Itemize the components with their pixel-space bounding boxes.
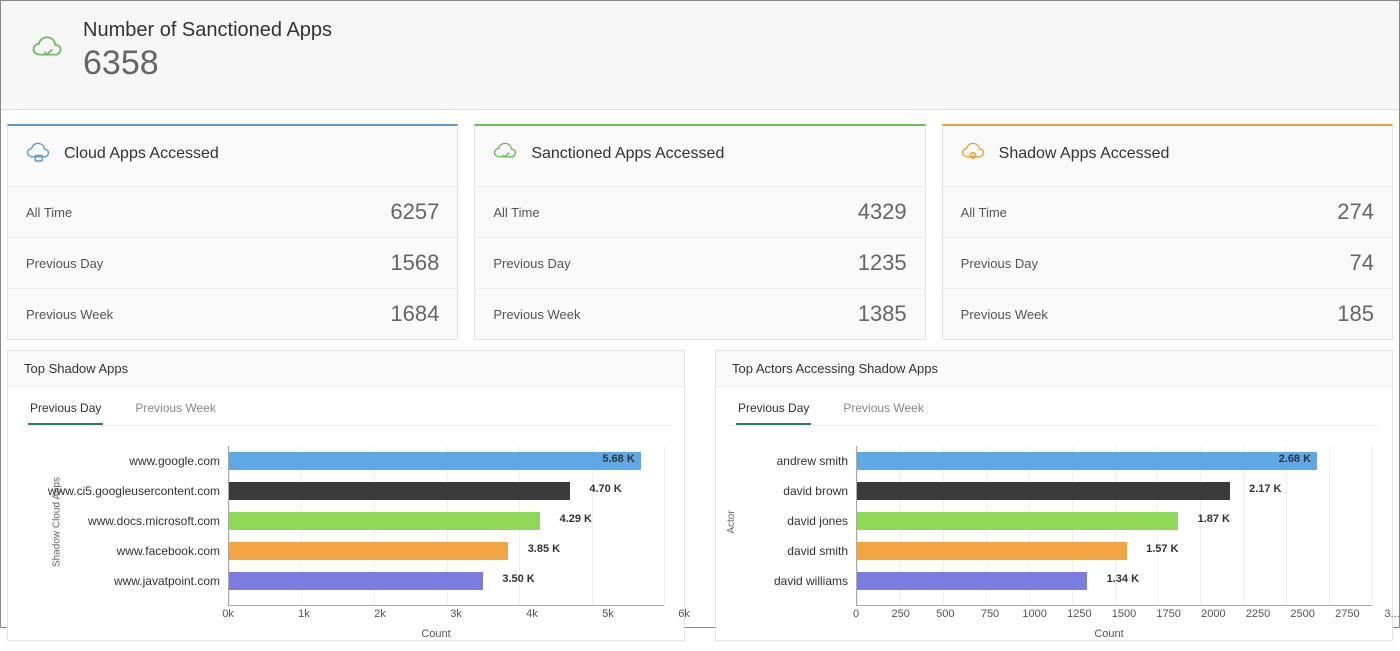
bar-category-label: www.facebook.com (117, 542, 220, 560)
bar[interactable]: 3.50 K (229, 572, 483, 590)
bar[interactable]: 3.85 K (229, 542, 508, 560)
card-sanctioned-label: Sanctioned Apps Accessed (531, 145, 724, 163)
cloud-shield-icon (29, 33, 65, 69)
bar-category-label: www.ci5.googleusercontent.com (48, 482, 220, 500)
bar-value-label: 1.34 K (1107, 573, 1139, 585)
x-tick: 1k (298, 608, 310, 620)
card-shadow-label: Shadow Apps Accessed (999, 145, 1170, 163)
bar-value-label: 3.50 K (502, 573, 534, 585)
tab-previous-day[interactable]: Previous Day (28, 395, 103, 425)
cloud-shield-icon (491, 140, 519, 168)
x-tick: 2500 (1290, 608, 1314, 620)
card-shadow-apps: Shadow Apps Accessed All Time274 Previou… (942, 124, 1393, 340)
x-tick: 6k (678, 608, 690, 620)
chart-top-actors: Top Actors Accessing Shadow Apps Previou… (715, 350, 1393, 641)
bar[interactable]: 1.34 K (857, 572, 1087, 590)
x-tick: 2000 (1201, 608, 1225, 620)
x-axis-label: Count (188, 628, 684, 640)
x-tick: 750 (981, 608, 999, 620)
bar-category-label: www.docs.microsoft.com (88, 512, 220, 530)
bar-value-label: 2.68 K (1279, 453, 1311, 465)
x-tick: 3k (450, 608, 462, 620)
y-labels: andrew smith david brown david jones david … (736, 452, 856, 606)
tab-previous-week[interactable]: Previous Week (841, 395, 925, 425)
bar-category-label: www.javatpoint.com (114, 572, 220, 590)
bar-value-label: 5.68 K (602, 453, 634, 465)
x-tick: 2250 (1246, 608, 1270, 620)
x-tick: 250 (891, 608, 909, 620)
bar-category-label: david brown (783, 482, 848, 500)
x-tick: 0 (853, 608, 859, 620)
chart-title: Top Actors Accessing Shadow Apps (716, 351, 1392, 387)
chart-tabs: Previous Day Previous Week (8, 387, 684, 425)
bar-category-label: andrew smith (777, 452, 848, 470)
stat-line: Previous Day74 (943, 238, 1392, 289)
stat-line: Previous Week185 (943, 289, 1392, 339)
bar-value-label: 2.17 K (1249, 483, 1281, 495)
x-tick: 3... (1384, 608, 1399, 620)
bar-plot: 2.68 K 2.17 K 1.87 K 1.57 K 1.34 K (856, 446, 1372, 606)
x-tick: 1000 (1022, 608, 1046, 620)
x-tick: 2750 (1335, 608, 1359, 620)
stat-row: Cloud Apps Accessed All Time6257 Previou… (1, 110, 1399, 350)
header-card: Number of Sanctioned Apps 6358 (1, 1, 1399, 110)
chart-row: Top Shadow Apps Previous Day Previous We… (1, 350, 1399, 651)
stat-line: All Time274 (943, 187, 1392, 238)
card-sanctioned-apps: Sanctioned Apps Accessed All Time4329 Pr… (474, 124, 925, 340)
stat-line: Previous Week1385 (475, 289, 924, 339)
x-axis: 0 250 500 750 1000 1250 1500 1750 2000 2250 2500 27… (856, 608, 1392, 624)
chart-top-shadow-apps: Top Shadow Apps Previous Day Previous We… (7, 350, 685, 641)
x-tick: 5k (602, 608, 614, 620)
header-title: Number of Sanctioned Apps (83, 19, 332, 42)
bar-value-label: 4.70 K (589, 483, 621, 495)
bar[interactable]: 5.68 K (229, 452, 641, 470)
x-axis: 0k1k2k3k4k5k6k (228, 608, 684, 624)
chart-tabs: Previous Day Previous Week (716, 387, 1392, 425)
bar[interactable]: 2.68 K (857, 452, 1317, 470)
cloud-apps-icon (24, 140, 52, 168)
bar-value-label: 1.87 K (1198, 513, 1230, 525)
tab-previous-day[interactable]: Previous Day (736, 395, 811, 425)
stat-line: All Time6257 (8, 187, 457, 238)
y-axis-label: Shadow Cloud Apps (52, 477, 63, 567)
bar-plot: 5.68 K 4.70 K 4.29 K 3.85 K 3.50 K (228, 446, 664, 606)
card-cloud-label: Cloud Apps Accessed (64, 145, 219, 163)
bar-category-label: david williams (774, 572, 848, 590)
bar-value-label: 1.57 K (1146, 543, 1178, 555)
y-axis-label: Actor (726, 510, 737, 533)
bar[interactable]: 4.70 K (229, 482, 570, 500)
stat-line: Previous Day1568 (8, 238, 457, 289)
bar-category-label: www.google.com (129, 452, 220, 470)
card-cloud-apps: Cloud Apps Accessed All Time6257 Previou… (7, 124, 458, 340)
bar-category-label: david jones (787, 512, 848, 530)
tab-previous-week[interactable]: Previous Week (133, 395, 217, 425)
x-tick: 1750 (1156, 608, 1180, 620)
bar[interactable]: 4.29 K (229, 512, 540, 530)
x-tick: 1250 (1067, 608, 1091, 620)
bar-category-label: david smith (787, 542, 848, 560)
x-tick: 0k (222, 608, 234, 620)
stat-line: All Time4329 (475, 187, 924, 238)
stat-line: Previous Week1684 (8, 289, 457, 339)
chart-title: Top Shadow Apps (8, 351, 684, 387)
bar-value-label: 3.85 K (528, 543, 560, 555)
header-value: 6358 (83, 44, 332, 83)
stat-line: Previous Day1235 (475, 238, 924, 289)
x-tick: 500 (936, 608, 954, 620)
bar-value-label: 4.29 K (560, 513, 592, 525)
bar[interactable]: 2.17 K (857, 482, 1230, 500)
bar[interactable]: 1.87 K (857, 512, 1178, 530)
x-tick: 1500 (1112, 608, 1136, 620)
x-tick: 2k (374, 608, 386, 620)
cloud-warning-icon (959, 140, 987, 168)
x-axis-label: Count (826, 628, 1392, 640)
bar[interactable]: 1.57 K (857, 542, 1127, 560)
x-tick: 4k (526, 608, 538, 620)
